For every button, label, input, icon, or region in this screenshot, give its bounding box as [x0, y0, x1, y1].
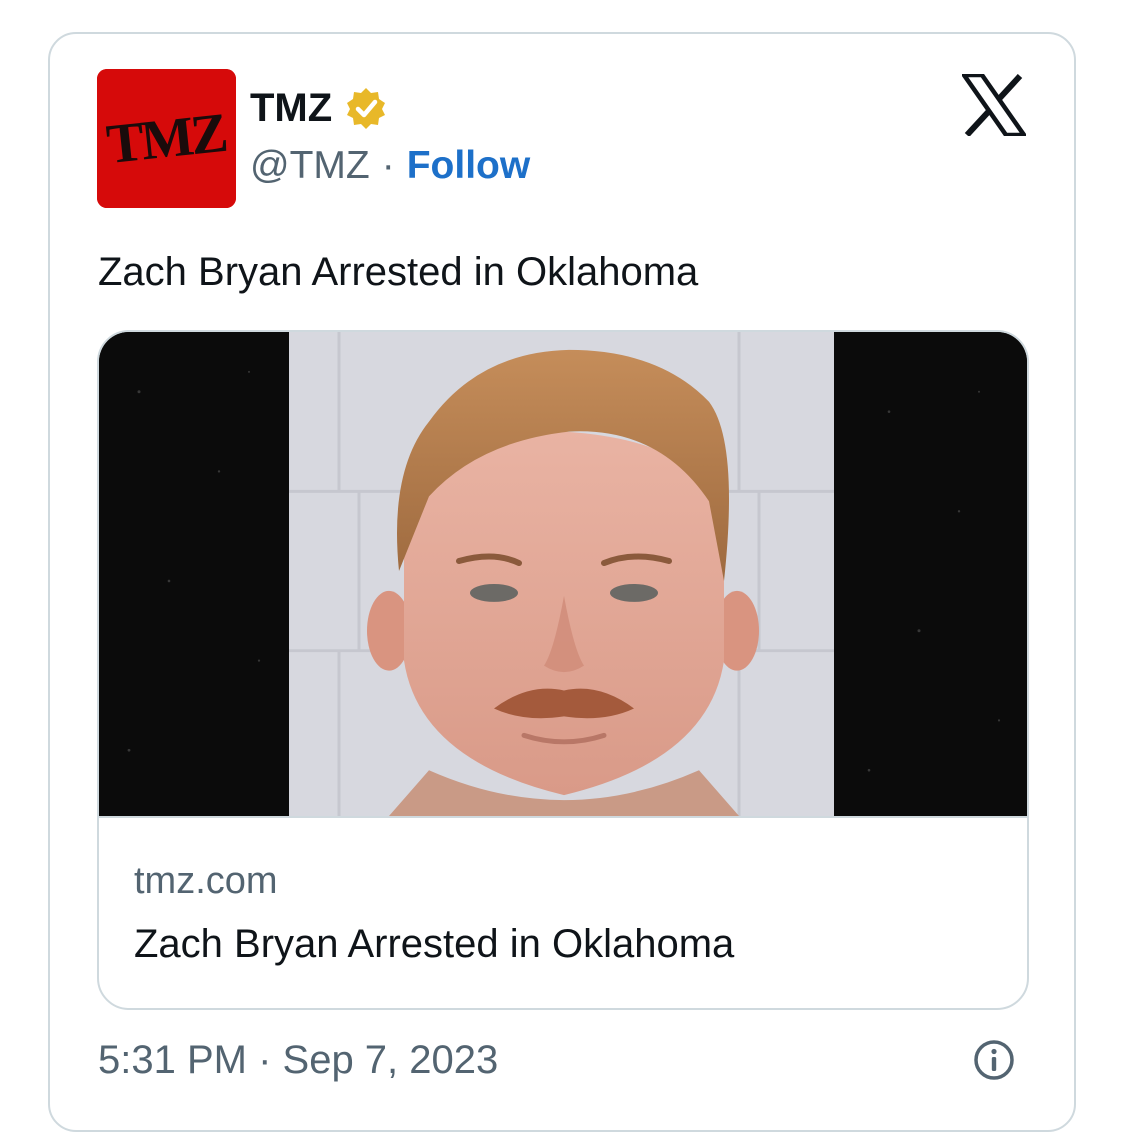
- author-name-row: TMZ: [250, 86, 388, 130]
- x-logo-icon[interactable]: [962, 74, 1026, 136]
- info-icon[interactable]: [972, 1038, 1016, 1082]
- follow-button[interactable]: Follow: [407, 146, 530, 185]
- link-preview-image[interactable]: [99, 332, 1027, 818]
- tweet-timestamp[interactable]: 5:31 PM · Sep 7, 2023: [98, 1040, 498, 1080]
- tweet-embed-card: TMZ TMZ @TMZ · Follow Zach Bryan Arreste…: [48, 32, 1076, 1132]
- link-preview-card[interactable]: tmz.com Zach Bryan Arrested in Oklahoma: [97, 330, 1029, 1010]
- tweet-text: Zach Bryan Arrested in Oklahoma: [98, 250, 699, 294]
- tmz-logo-icon: TMZ: [97, 69, 236, 208]
- link-title: Zach Bryan Arrested in Oklahoma: [134, 922, 735, 966]
- avatar-logo-text: TMZ: [104, 102, 229, 176]
- mugshot-photo: [99, 332, 1027, 816]
- author-handle[interactable]: @TMZ: [250, 146, 370, 185]
- separator-dot: ·: [381, 144, 395, 187]
- author-handle-row: @TMZ · Follow: [250, 146, 530, 185]
- author-avatar[interactable]: TMZ: [97, 69, 236, 208]
- link-domain: tmz.com: [134, 860, 278, 902]
- author-display-name[interactable]: TMZ: [250, 88, 332, 128]
- verified-badge-icon: [347, 88, 386, 129]
